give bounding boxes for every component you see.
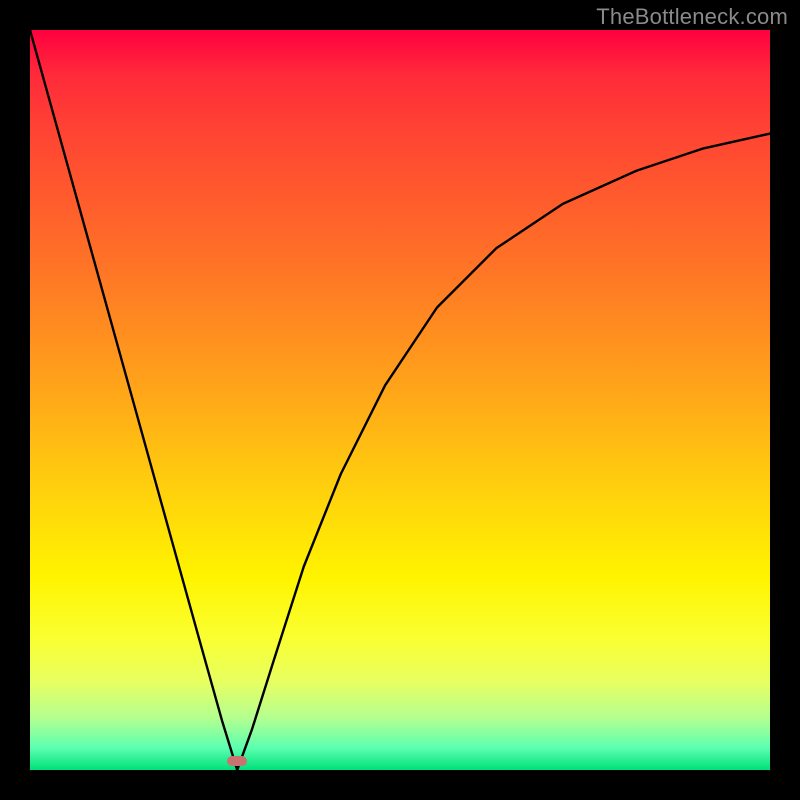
plot-area	[30, 30, 770, 770]
watermark-text: TheBottleneck.com	[596, 4, 788, 30]
optimum-marker	[227, 756, 247, 766]
chart-frame: TheBottleneck.com	[0, 0, 800, 800]
bottleneck-curve	[30, 30, 770, 770]
